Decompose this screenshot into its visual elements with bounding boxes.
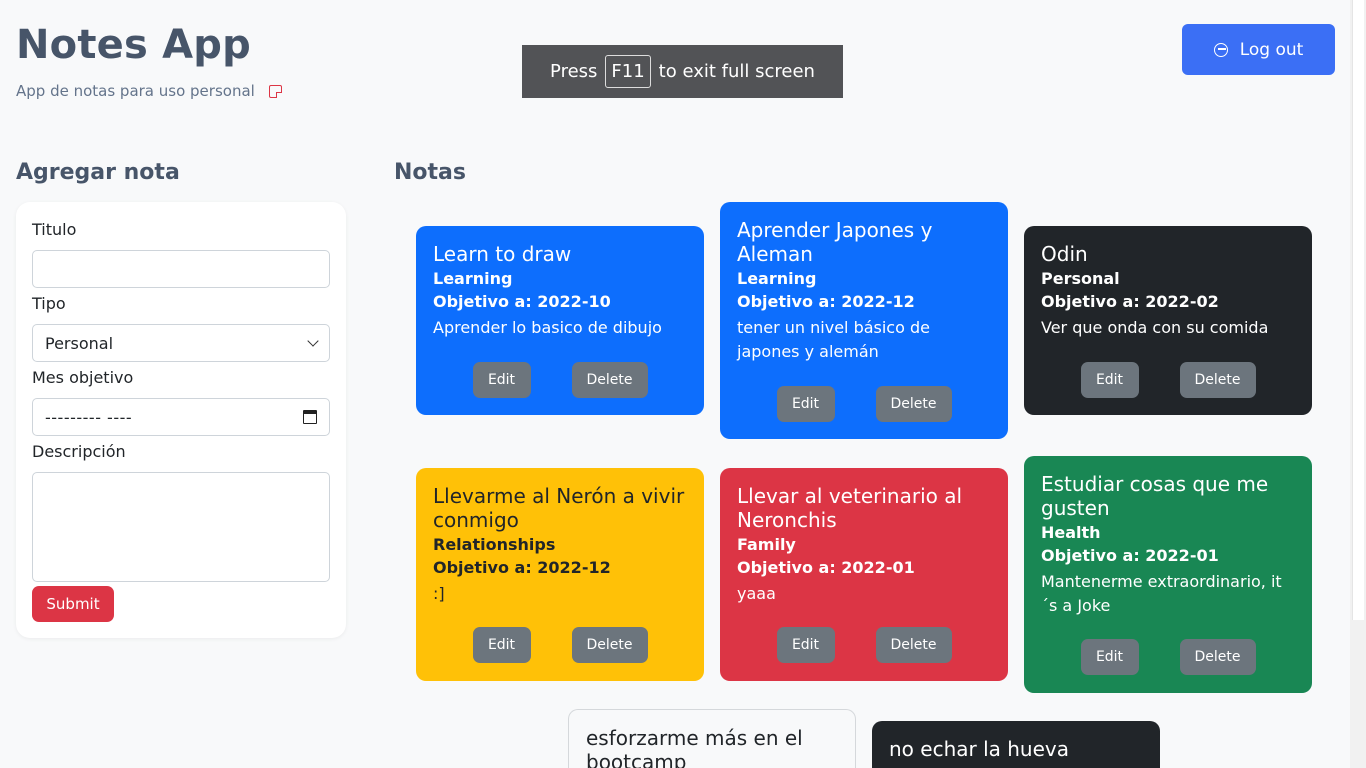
note-description: yaaa [737,584,776,603]
note-goal: Objetivo a: 2022-12 [433,558,611,577]
fullscreen-notice: Press F11 to exit full screen [522,45,843,98]
note-actions: Edit Delete [1024,362,1312,398]
note-goal: Objetivo a: 2022-02 [1041,292,1219,311]
note-card: Estudiar cosas que me gusten Health Obje… [1024,456,1312,693]
note-type: Health [1041,523,1101,542]
note-title: Llevar al veterinario al Neronchis [737,484,963,532]
description-label: Descripción [32,442,126,461]
chevron-down-icon [307,335,319,347]
notes-heading: Notas [394,160,466,185]
submit-button[interactable]: Submit [32,586,114,622]
edit-button[interactable]: Edit [1080,362,1139,398]
edit-button[interactable]: Edit [1080,639,1139,675]
fullscreen-notice-rest: to exit full screen [658,61,815,82]
note-title: Learn to draw [433,242,572,266]
note-goal: Objetivo a: 2022-01 [737,558,915,577]
note-title: Odin [1041,242,1088,266]
title-label: Titulo [32,220,77,239]
note-title: Estudiar cosas que me gusten [1041,472,1269,520]
scrollbar-thumb[interactable] [1352,0,1364,620]
note-title: esforzarme más en el bootcamp [586,726,803,768]
logout-label: Log out [1239,39,1304,60]
note-card: Llevar al veterinario al Neronchis Famil… [720,468,1008,681]
note-actions: Edit Delete [720,627,1008,663]
fullscreen-notice-key: F11 [605,55,651,88]
note-description: Mantenerme extraordinario, it´s a Joke [1041,572,1282,615]
app-subtitle: App de notas para uso personal [16,82,283,100]
note-goal: Objetivo a: 2022-12 [737,292,915,311]
note-actions: Edit Delete [1024,639,1312,675]
edit-button[interactable]: Edit [472,362,531,398]
logout-button[interactable]: Log out [1182,24,1335,75]
type-label: Tipo [32,294,66,313]
add-note-form: Titulo Tipo Personal Mes objetivo ------… [16,202,346,638]
note-card: no echar la hueva [872,721,1160,768]
note-description: :] [433,584,445,603]
description-textarea[interactable] [32,472,330,582]
edit-button[interactable]: Edit [472,627,531,663]
sticky-note-icon [268,84,283,98]
delete-button[interactable]: Delete [875,627,952,663]
note-card: Aprender Japones y Aleman Learning Objet… [720,202,1008,439]
note-card: Odin Personal Objetivo a: 2022-02 Ver qu… [1024,226,1312,415]
note-card: Learn to draw Learning Objetivo a: 2022-… [416,226,704,415]
app-subtitle-text: App de notas para uso personal [16,82,255,100]
add-note-heading: Agregar nota [16,160,180,185]
note-actions: Edit Delete [720,386,1008,422]
edit-button[interactable]: Edit [776,386,835,422]
month-input[interactable]: --------- ---- [32,398,330,436]
note-goal: Objetivo a: 2022-01 [1041,546,1219,565]
note-type: Personal [1041,269,1120,288]
note-card: Llevarme al Nerón a vivir conmigo Relati… [416,468,704,681]
note-type: Learning [433,269,513,288]
month-label: Mes objetivo [32,368,134,387]
calendar-icon[interactable] [303,410,317,424]
type-selected-value: Personal [45,333,114,353]
delete-button[interactable]: Delete [1179,639,1256,675]
delete-button[interactable]: Delete [1179,362,1256,398]
note-title: Llevarme al Nerón a vivir conmigo [433,484,685,532]
note-title: Aprender Japones y Aleman [737,218,933,266]
note-type: Learning [737,269,817,288]
delete-button[interactable]: Delete [571,362,648,398]
note-description: Aprender lo basico de dibujo [433,318,662,337]
app-title: Notes App [16,22,251,68]
month-placeholder: --------- ---- [45,407,133,427]
fullscreen-notice-press: Press [550,61,598,82]
note-type: Relationships [433,535,556,554]
note-actions: Edit Delete [416,627,704,663]
note-title: no echar la hueva [889,737,1069,761]
note-description: Ver que onda con su comida [1041,318,1269,337]
delete-button[interactable]: Delete [875,386,952,422]
note-goal: Objetivo a: 2022-10 [433,292,611,311]
page-scrollbar[interactable] [1350,0,1366,768]
delete-button[interactable]: Delete [571,627,648,663]
note-type: Family [737,535,796,554]
logout-icon [1213,42,1228,57]
edit-button[interactable]: Edit [776,627,835,663]
note-card: esforzarme más en el bootcamp [568,709,856,768]
type-select[interactable]: Personal [32,324,330,362]
note-description: tener un nivel básico de japones y alemá… [737,318,930,361]
title-input[interactable] [32,250,330,288]
note-actions: Edit Delete [416,362,704,398]
